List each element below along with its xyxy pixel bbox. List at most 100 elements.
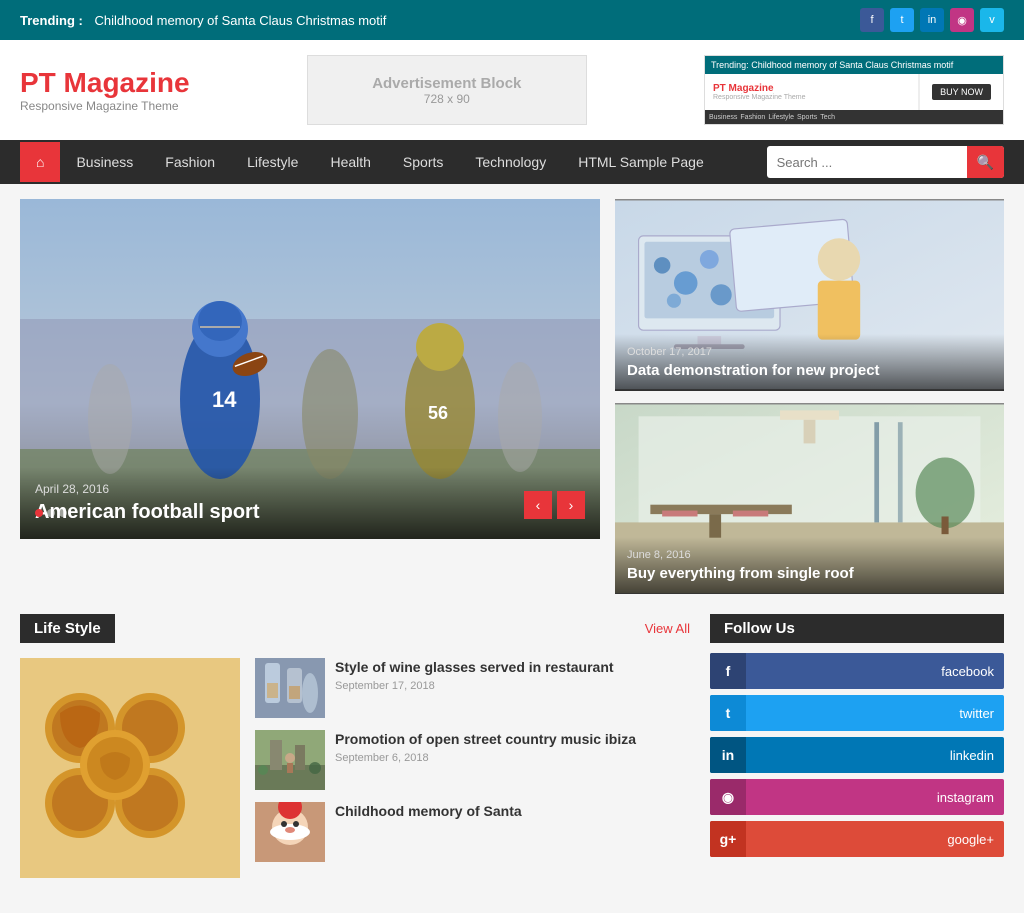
googleplus-follow-icon: g+ (710, 821, 746, 857)
nav-item-business[interactable]: Business (60, 140, 149, 184)
preview-trending: Trending: Childhood memory of Santa Clau… (705, 56, 1003, 74)
preview-logo-text: PT Magazine (713, 83, 910, 94)
hero-side-top-date: October 17, 2017 (627, 346, 992, 358)
hero-main-article: 14 56 April 28, 2016 American football s… (20, 199, 600, 539)
hero-side-top: October 17, 2017 Data demonstration for … (615, 199, 1004, 391)
dot-1 (35, 509, 43, 517)
nav-item-html-sample[interactable]: HTML Sample Page (562, 140, 720, 184)
hero-side-bottom-overlay: June 8, 2016 Buy everything from single … (615, 537, 1004, 594)
wine-image (255, 658, 325, 718)
hero-side-bottom-title[interactable]: Buy everything from single roof (627, 565, 992, 582)
nav-item-health[interactable]: Health (314, 140, 386, 184)
preview-nav: Business Fashion Lifestyle Sports Tech (705, 110, 1003, 124)
article-thumb-3 (255, 802, 325, 862)
linkedin-follow-label: linkedin (746, 748, 1004, 763)
home-nav-button[interactable]: ⌂ (20, 142, 60, 182)
lifestyle-feature-image (20, 658, 240, 878)
hero-dots (35, 509, 67, 517)
ad-size: 728 x 90 (424, 92, 470, 106)
main-content: 14 56 April 28, 2016 American football s… (0, 184, 1024, 913)
preview-logo: PT Magazine Responsive Magazine Theme (705, 74, 918, 110)
search-button[interactable]: 🔍 (967, 146, 1004, 178)
article-title-1[interactable]: Style of wine glasses served in restaura… (335, 658, 614, 676)
logo-area: PT Magazine Responsive Magazine Theme (20, 67, 190, 113)
search-bar: 🔍 (767, 146, 1004, 178)
lifestyle-article-list: Style of wine glasses served in restaura… (255, 658, 690, 878)
hero-nav-buttons: ‹ › (524, 491, 585, 519)
search-input[interactable] (767, 151, 967, 174)
dot-3 (59, 509, 67, 517)
hero-main-title[interactable]: American football sport (35, 501, 585, 524)
hero-side-top-title[interactable]: Data demonstration for new project (627, 362, 992, 379)
buy-now-button[interactable]: BUY NOW (932, 84, 991, 100)
article-date-1: September 17, 2018 (335, 680, 614, 692)
santa-image (255, 802, 325, 862)
instagram-follow-label: instagram (746, 790, 1004, 805)
nav-item-lifestyle[interactable]: Lifestyle (231, 140, 314, 184)
article-date-2: September 6, 2018 (335, 752, 636, 764)
googleplus-follow-label: google+ (746, 832, 1004, 847)
header: PT Magazine Responsive Magazine Theme Ad… (0, 40, 1024, 140)
nav-bar: ⌂ Business Fashion Lifestyle Health Spor… (0, 140, 1024, 184)
hero-side-articles: October 17, 2017 Data demonstration for … (615, 199, 1004, 594)
trending-social-icons: f t in ◉ v (860, 8, 1004, 32)
instagram-icon[interactable]: ◉ (950, 8, 974, 32)
hero-side-bottom-date: June 8, 2016 (627, 549, 992, 561)
trending-headline[interactable]: Childhood memory of Santa Claus Christma… (94, 13, 386, 28)
preview-logo-sub: Responsive Magazine Theme (713, 94, 910, 101)
hero-side-bottom: June 8, 2016 Buy everything from single … (615, 403, 1004, 595)
ad-block: Advertisement Block 728 x 90 (307, 55, 587, 125)
preview-buy-area: BUY NOW (918, 74, 1003, 110)
twitter-follow-label: twitter (746, 706, 1004, 721)
food-image (20, 658, 240, 878)
hero-next-button[interactable]: › (557, 491, 585, 519)
facebook-follow-label: facebook (746, 664, 1004, 679)
logo-title[interactable]: PT Magazine (20, 67, 190, 99)
view-all-link[interactable]: View All (645, 621, 690, 636)
ad-title: Advertisement Block (372, 75, 521, 92)
street-image (255, 730, 325, 790)
twitter-icon[interactable]: t (890, 8, 914, 32)
follow-title: Follow Us (710, 614, 1004, 643)
lifestyle-grid: Style of wine glasses served in restaura… (20, 658, 690, 878)
preview-mid: PT Magazine Responsive Magazine Theme BU… (705, 74, 1003, 110)
hero-side-top-overlay: October 17, 2017 Data demonstration for … (615, 334, 1004, 391)
dot-2 (47, 509, 55, 517)
lifestyle-section: Life Style View All (20, 614, 1004, 878)
nav-item-sports[interactable]: Sports (387, 140, 459, 184)
facebook-follow-icon: f (710, 653, 746, 689)
nav-item-fashion[interactable]: Fashion (149, 140, 231, 184)
facebook-follow-button[interactable]: f facebook (710, 653, 1004, 689)
article-item-2: Promotion of open street country music i… (255, 730, 690, 790)
lifestyle-section-title: Life Style (20, 614, 115, 643)
instagram-follow-button[interactable]: ◉ instagram (710, 779, 1004, 815)
nav-item-technology[interactable]: Technology (459, 140, 562, 184)
linkedin-icon[interactable]: in (920, 8, 944, 32)
googleplus-follow-button[interactable]: g+ google+ (710, 821, 1004, 857)
lifestyle-header: Life Style View All (20, 614, 690, 643)
twitter-follow-icon: t (710, 695, 746, 731)
twitter-follow-button[interactable]: t twitter (710, 695, 1004, 731)
facebook-icon[interactable]: f (860, 8, 884, 32)
article-thumb-2 (255, 730, 325, 790)
article-item-1: Style of wine glasses served in restaura… (255, 658, 690, 718)
vimeo-icon[interactable]: v (980, 8, 1004, 32)
follow-sidebar: Follow Us f facebook t twitter in linked… (710, 614, 1004, 878)
lifestyle-main: Life Style View All (20, 614, 690, 878)
article-title-2[interactable]: Promotion of open street country music i… (335, 730, 636, 748)
nav-items: Business Fashion Lifestyle Health Sports… (60, 140, 766, 184)
trending-text: Trending : Childhood memory of Santa Cla… (20, 13, 386, 28)
logo-tagline: Responsive Magazine Theme (20, 99, 190, 113)
home-icon: ⌂ (36, 154, 44, 170)
article-thumb-1 (255, 658, 325, 718)
header-preview: Trending: Childhood memory of Santa Clau… (704, 55, 1004, 125)
article-title-3[interactable]: Childhood memory of Santa (335, 802, 522, 820)
instagram-follow-icon: ◉ (710, 779, 746, 815)
svg-text:56: 56 (428, 403, 448, 423)
trending-bar: Trending : Childhood memory of Santa Cla… (0, 0, 1024, 40)
hero-main-date: April 28, 2016 (35, 482, 585, 496)
hero-prev-button[interactable]: ‹ (524, 491, 552, 519)
hero-section: 14 56 April 28, 2016 American football s… (20, 199, 1004, 594)
article-info-2: Promotion of open street country music i… (335, 730, 636, 790)
article-item-3: Childhood memory of Santa (255, 802, 690, 862)
